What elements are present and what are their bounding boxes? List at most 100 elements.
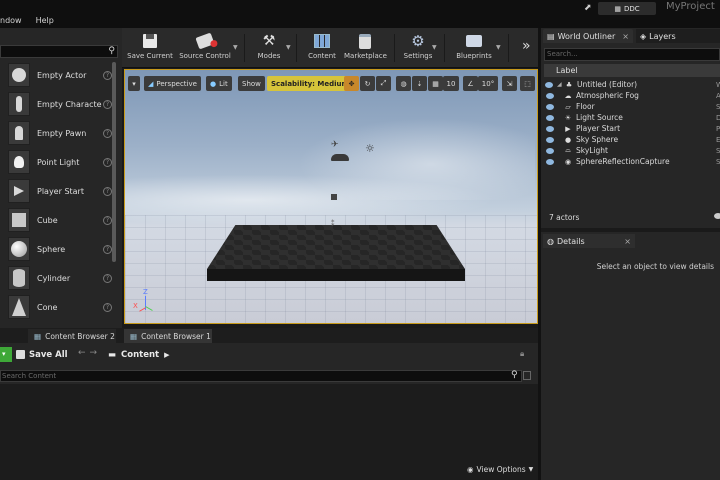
- chevron-down-icon[interactable]: ▼: [233, 44, 238, 51]
- scalability-button[interactable]: Scalability: Medium: [267, 76, 353, 91]
- show-button[interactable]: Show: [238, 76, 265, 91]
- view-options-button[interactable]: ◉ View Options ▼: [467, 464, 533, 474]
- help-icon[interactable]: ?: [103, 215, 112, 225]
- content-button[interactable]: Content: [302, 32, 342, 66]
- level-viewport[interactable]: ✈ ☼ ⁑ ▾ ◢ Perspective ● Lit Show Scalabili…: [124, 69, 538, 324]
- help-icon[interactable]: ?: [103, 128, 112, 138]
- help-icon[interactable]: ?: [103, 186, 112, 196]
- save-search-icon[interactable]: [523, 371, 531, 380]
- tab-details[interactable]: ◍ Details ×: [543, 234, 635, 248]
- outliner-row[interactable]: ▶ Player Start P: [544, 123, 720, 134]
- ddc-indicator[interactable]: ▦ DDC: [598, 2, 656, 15]
- fog-icon: ☁: [564, 91, 572, 100]
- outliner-row[interactable]: ◉ SphereReflectionCapture S: [544, 156, 720, 167]
- breadcrumb-content[interactable]: Content: [121, 350, 159, 360]
- chevron-down-icon[interactable]: ▼: [432, 44, 437, 51]
- forward-arrow-icon[interactable]: →: [90, 348, 102, 358]
- chevron-right-icon[interactable]: ▶: [164, 351, 169, 359]
- visibility-eye-icon[interactable]: [546, 114, 554, 121]
- outliner-row[interactable]: ● Sky Sphere E: [544, 134, 720, 145]
- close-icon[interactable]: ×: [624, 237, 631, 246]
- toolbar-overflow-button[interactable]: »: [522, 38, 531, 54]
- perspective-button[interactable]: ◢ Perspective: [144, 76, 201, 91]
- settings-button[interactable]: ⚙ Settings: [400, 32, 436, 66]
- marketplace-button[interactable]: Marketplace: [344, 32, 387, 66]
- visibility-eye-icon[interactable]: [546, 92, 554, 99]
- asset-view[interactable]: [0, 384, 538, 480]
- menu-item-help[interactable]: Help: [36, 16, 54, 28]
- visibility-eye-icon[interactable]: [546, 125, 554, 132]
- axis-x-label: X: [133, 302, 138, 310]
- place-item-empty-actor[interactable]: Empty Actor ?: [8, 62, 116, 88]
- help-icon[interactable]: ?: [103, 302, 112, 312]
- place-item-point-light[interactable]: Point Light ?: [8, 149, 116, 175]
- rotate-tool-icon[interactable]: ↻: [360, 76, 375, 91]
- tab-world-outliner[interactable]: ▤ World Outliner ×: [543, 29, 633, 43]
- visibility-eye-icon[interactable]: [546, 136, 554, 143]
- menu-item-window[interactable]: ndow: [0, 16, 22, 28]
- translate-tool-icon[interactable]: ✥: [344, 76, 359, 91]
- search-icon[interactable]: ⚲: [511, 370, 518, 380]
- view-mode-button[interactable]: ● Lit: [206, 76, 232, 91]
- outliner-label-column-header[interactable]: Label: [544, 64, 720, 77]
- place-item-cylinder[interactable]: Cylinder ?: [8, 265, 116, 291]
- visibility-eye-icon[interactable]: [546, 147, 554, 154]
- chevron-down-icon[interactable]: ▼: [286, 44, 291, 51]
- place-item-sphere[interactable]: Sphere ?: [8, 236, 116, 262]
- content-label: Content: [308, 52, 336, 60]
- add-new-button[interactable]: ▾: [0, 347, 12, 362]
- outliner-search-input[interactable]: Search...: [544, 48, 720, 61]
- help-icon[interactable]: ?: [103, 99, 112, 109]
- chevron-down-icon[interactable]: ▼: [496, 44, 501, 51]
- place-item-empty-character[interactable]: Empty Characte ?: [8, 91, 116, 117]
- source-control-button[interactable]: Source Control: [178, 32, 232, 66]
- grid-snap-icon[interactable]: ▦: [428, 76, 443, 91]
- visibility-eye-icon[interactable]: [545, 81, 553, 88]
- source-control-status-icon[interactable]: ⬈: [584, 3, 595, 13]
- folder-icon: ▬: [108, 349, 117, 360]
- viewport-options-button[interactable]: ▾: [128, 76, 140, 91]
- visibility-eye-icon[interactable]: [546, 158, 554, 165]
- grid-snap-value[interactable]: 10: [443, 76, 459, 91]
- visibility-eye-icon[interactable]: [546, 103, 554, 110]
- lock-icon[interactable]: 🔒︎: [520, 349, 524, 359]
- surface-snap-icon[interactable]: ⇣: [412, 76, 427, 91]
- view-options-eye-icon[interactable]: [714, 213, 720, 219]
- sun-icon[interactable]: ☼: [365, 142, 375, 155]
- outliner-row[interactable]: ◢ ♣ Untitled (Editor) W: [544, 79, 720, 90]
- fog-icon[interactable]: ⁑: [331, 220, 335, 228]
- place-item-cone[interactable]: Cone ?: [8, 294, 116, 320]
- rotation-snap-value[interactable]: 10°: [478, 76, 498, 91]
- outliner-row[interactable]: ▱ Floor S: [544, 101, 720, 112]
- scale-snap-icon[interactable]: ⇲: [502, 76, 517, 91]
- place-item-empty-pawn[interactable]: Empty Pawn ?: [8, 120, 116, 146]
- modes-button[interactable]: ⚒ Modes: [250, 32, 288, 66]
- outliner-row[interactable]: ⌓ SkyLight S: [544, 145, 720, 156]
- help-icon[interactable]: ?: [103, 70, 112, 80]
- tab-content-browser-2[interactable]: ▦ Content Browser 2: [28, 329, 116, 343]
- maximize-viewport-icon[interactable]: ⬚: [520, 76, 535, 91]
- close-icon[interactable]: ×: [622, 32, 629, 41]
- skylight-icon[interactable]: [331, 154, 349, 161]
- player-start-icon[interactable]: [331, 194, 337, 200]
- place-search-input[interactable]: ⚲: [0, 45, 118, 58]
- content-search-input[interactable]: Search Content: [0, 370, 522, 382]
- save-all-button[interactable]: Save All: [16, 347, 68, 362]
- tab-layers[interactable]: ◈ Layers: [636, 29, 720, 43]
- save-current-button[interactable]: Save Current: [126, 32, 174, 66]
- help-icon[interactable]: ?: [103, 157, 112, 167]
- outliner-row[interactable]: ☀ Light Source D: [544, 112, 720, 123]
- back-arrow-icon[interactable]: ←: [78, 348, 90, 358]
- place-item-cube[interactable]: Cube ?: [8, 207, 116, 233]
- tab-content-browser-1[interactable]: ▦ Content Browser 1: [124, 329, 212, 343]
- blueprints-button[interactable]: Blueprints: [452, 32, 496, 66]
- rotation-snap-icon[interactable]: ∠: [463, 76, 478, 91]
- help-icon[interactable]: ?: [103, 244, 112, 254]
- outliner-row[interactable]: ☁ Atmospheric Fog A: [544, 90, 720, 101]
- place-item-player-start[interactable]: Player Start ?: [8, 178, 116, 204]
- help-icon[interactable]: ?: [103, 273, 112, 283]
- scale-tool-icon[interactable]: ⤢: [376, 76, 391, 91]
- reflection-capture-icon[interactable]: ✈: [331, 140, 339, 150]
- expand-arrow-icon[interactable]: ◢: [557, 81, 565, 88]
- world-local-icon[interactable]: ◍: [396, 76, 411, 91]
